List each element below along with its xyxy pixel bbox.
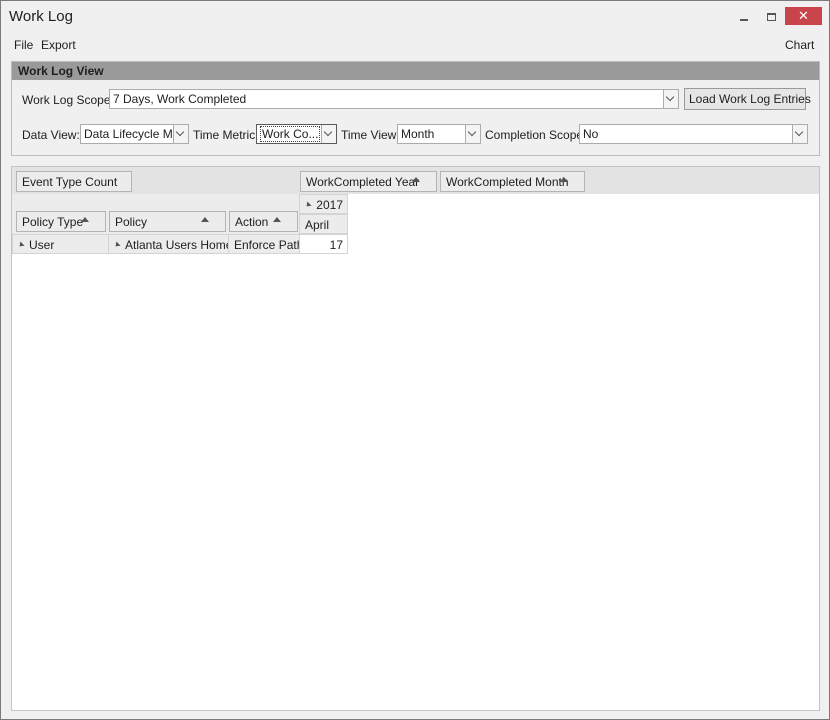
title-bar: Work Log ✕ <box>1 1 829 32</box>
pivot-data-cell[interactable]: 17 <box>299 234 348 254</box>
column-field-label: WorkCompleted Year <box>306 175 420 189</box>
time-view-label: Time View: <box>341 128 400 142</box>
time-view-combo[interactable]: Month <box>397 124 481 144</box>
load-work-log-entries-button[interactable]: Load Work Log Entries <box>684 88 811 110</box>
chevron-down-icon[interactable] <box>663 90 678 108</box>
sort-ascending-icon <box>273 217 281 222</box>
sort-ascending-icon <box>81 217 89 222</box>
chevron-down-icon[interactable] <box>792 125 807 143</box>
sort-ascending-icon <box>560 177 568 182</box>
time-metric-value: Work Co... <box>260 126 321 142</box>
chevron-down-icon[interactable] <box>321 125 336 143</box>
collapse-icon[interactable] <box>17 241 25 249</box>
completion-scope-value: No <box>583 127 599 141</box>
menu-bar: File Export Chart <box>1 32 829 56</box>
data-field-event-type-count[interactable]: Event Type Count <box>16 171 132 192</box>
year-label: 2017 <box>316 198 343 212</box>
row-field-label: Policy Type <box>22 215 84 229</box>
collapse-icon[interactable] <box>113 241 121 249</box>
sort-ascending-icon <box>412 177 420 182</box>
sort-ascending-icon <box>201 217 209 222</box>
menu-chart[interactable]: Chart <box>785 38 814 52</box>
row-field-policy[interactable]: Policy <box>109 211 226 232</box>
pivot-grid[interactable]: Event Type Count WorkCompleted Year Work… <box>11 166 820 711</box>
chevron-down-icon[interactable] <box>465 125 480 143</box>
policy-type-label: User <box>29 238 55 252</box>
row-field-label: Policy <box>115 215 148 229</box>
completion-scope-combo[interactable]: No <box>579 124 808 144</box>
column-field-workcompleted-year[interactable]: WorkCompleted Year <box>300 171 437 192</box>
column-header-year[interactable]: 2017 <box>299 194 348 214</box>
work-log-view-panel: Work Log View Work Log Scope: 7 Days, Wo… <box>11 61 820 156</box>
data-view-label: Data View: <box>22 128 80 142</box>
row-field-label: Action <box>235 215 269 229</box>
column-header-month: April <box>299 214 348 234</box>
close-button[interactable]: ✕ <box>785 7 822 25</box>
data-view-combo[interactable]: Data Lifecycle M... <box>80 124 189 144</box>
maximize-icon <box>766 13 776 21</box>
row-field-policy-type[interactable]: Policy Type <box>16 211 106 232</box>
column-field-workcompleted-month[interactable]: WorkCompleted Month <box>440 171 585 192</box>
scope-label: Work Log Scope: <box>22 93 114 107</box>
data-view-value: Data Lifecycle M... <box>84 127 183 141</box>
work-log-window: Work Log ✕ File Export Chart Work Log Vi… <box>0 0 830 720</box>
menu-export[interactable]: Export <box>41 38 76 52</box>
collapse-icon[interactable] <box>304 201 312 209</box>
row-header-policy-type[interactable]: User <box>12 234 109 254</box>
completion-scope-label: Completion Scope: <box>485 128 587 142</box>
panel-header: Work Log View <box>12 62 819 80</box>
chevron-down-icon[interactable] <box>173 125 188 143</box>
scope-value: 7 Days, Work Completed <box>113 92 247 106</box>
column-field-label: WorkCompleted Month <box>446 175 569 189</box>
scope-combo[interactable]: 7 Days, Work Completed <box>109 89 679 109</box>
row-header-policy[interactable]: Atlanta Users Home <box>108 234 233 254</box>
window-title: Work Log <box>9 8 73 25</box>
time-metric-combo[interactable]: Work Co... <box>256 124 337 144</box>
maximize-button[interactable] <box>753 8 789 26</box>
time-metric-label: Time Metric: <box>193 128 259 142</box>
minimize-icon <box>740 19 748 21</box>
time-view-value: Month <box>401 127 435 141</box>
menu-file[interactable]: File <box>14 38 33 52</box>
close-icon: ✕ <box>798 8 809 23</box>
policy-label: Atlanta Users Home <box>125 238 233 252</box>
row-header-action: Enforce Path <box>228 234 303 254</box>
row-field-action[interactable]: Action <box>229 211 298 232</box>
